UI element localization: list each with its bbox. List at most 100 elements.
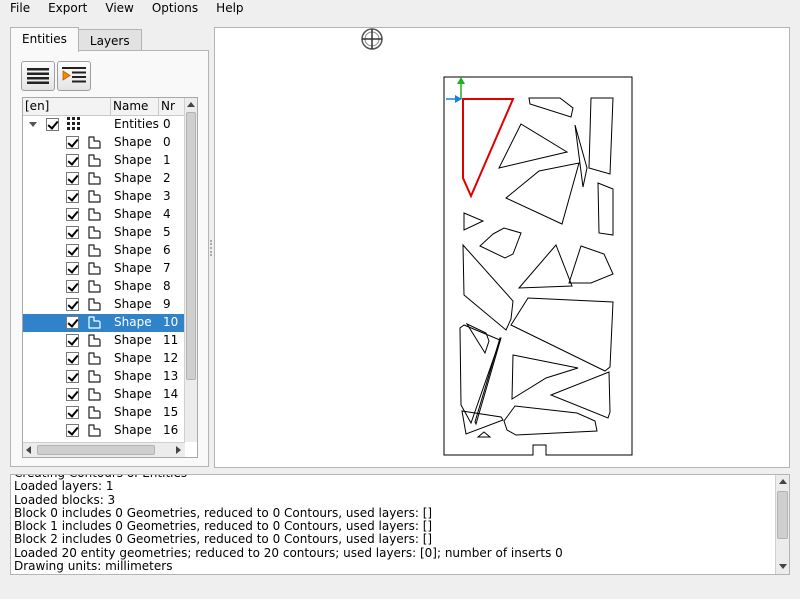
indent-button[interactable] bbox=[57, 61, 91, 91]
tree-shape-row[interactable]: Shape 3 bbox=[23, 188, 185, 206]
zoom-extents-icon[interactable] bbox=[361, 28, 383, 50]
align-left-button[interactable] bbox=[21, 61, 55, 91]
tab-entities[interactable]: Entities bbox=[10, 27, 79, 52]
shape-nr: 5 bbox=[163, 225, 171, 239]
drawing-canvas[interactable] bbox=[214, 27, 790, 468]
shape-nr: 16 bbox=[163, 423, 179, 437]
header-nr[interactable]: Nr bbox=[159, 98, 185, 115]
tree-shape-row[interactable]: Shape 1 bbox=[23, 152, 185, 170]
shape-nr: 2 bbox=[163, 171, 171, 185]
shape-checkbox[interactable] bbox=[66, 172, 79, 185]
header-en[interactable]: [en] bbox=[23, 98, 111, 115]
header-name[interactable]: Name bbox=[111, 98, 159, 115]
shape-name: Shape bbox=[114, 369, 152, 383]
shape-icon bbox=[88, 208, 101, 221]
shape-checkbox[interactable] bbox=[66, 334, 79, 347]
shape-icon bbox=[88, 280, 101, 293]
shape-nr: 12 bbox=[163, 351, 179, 365]
tree-shape-row[interactable]: Shape 11 bbox=[23, 332, 185, 350]
root-checkbox[interactable] bbox=[46, 118, 59, 131]
shape-checkbox[interactable] bbox=[66, 262, 79, 275]
tree-shape-row[interactable]: Shape 15 bbox=[23, 404, 185, 422]
grid-icon bbox=[67, 117, 80, 130]
splitter-handle[interactable] bbox=[210, 240, 212, 256]
shape-icon bbox=[88, 172, 101, 185]
shape-checkbox[interactable] bbox=[66, 136, 79, 149]
shape-checkbox[interactable] bbox=[66, 388, 79, 401]
shape-checkbox[interactable] bbox=[66, 352, 79, 365]
tree-shape-row[interactable]: Shape 4 bbox=[23, 206, 185, 224]
scroll-up-icon[interactable] bbox=[187, 102, 195, 107]
tree-shape-row[interactable]: Shape 5 bbox=[23, 224, 185, 242]
menu-help[interactable]: Help bbox=[206, 0, 251, 17]
tree-header: [en] Name Nr bbox=[23, 98, 185, 116]
shape-nr: 1 bbox=[163, 153, 171, 167]
tree-shape-row[interactable]: Shape 8 bbox=[23, 278, 185, 296]
tree-shape-row[interactable]: Shape 7 bbox=[23, 260, 185, 278]
tree-shape-row[interactable]: Shape 16 bbox=[23, 422, 185, 440]
shape-checkbox[interactable] bbox=[66, 298, 79, 311]
shape-icon bbox=[88, 388, 101, 401]
shape-nr: 14 bbox=[163, 387, 179, 401]
shape-icon bbox=[88, 244, 101, 257]
tree-shape-row[interactable]: Shape 0 bbox=[23, 134, 185, 152]
shape-name: Shape bbox=[114, 153, 152, 167]
log-vscroll-thumb[interactable] bbox=[777, 491, 788, 539]
shape-checkbox[interactable] bbox=[66, 406, 79, 419]
selected-contour[interactable] bbox=[462, 98, 515, 199]
tree-vertical-scrollbar[interactable] bbox=[184, 98, 197, 442]
shape-checkbox[interactable] bbox=[66, 424, 79, 437]
shape-checkbox[interactable] bbox=[66, 280, 79, 293]
shape-name: Shape bbox=[114, 261, 152, 275]
menu-options[interactable]: Options bbox=[142, 0, 206, 17]
log-vertical-scrollbar[interactable] bbox=[775, 475, 789, 574]
scroll-left-icon[interactable] bbox=[26, 446, 31, 454]
entities-tree[interactable]: [en] Name Nr Entities 0 Shape 0 Shape 1 Shap… bbox=[22, 97, 198, 458]
shape-name: Shape bbox=[114, 171, 152, 185]
root-name: Entities bbox=[114, 117, 159, 131]
shape-icon bbox=[88, 424, 101, 437]
shape-nr: 7 bbox=[163, 261, 171, 275]
shape-checkbox[interactable] bbox=[66, 190, 79, 203]
menu-file[interactable]: File bbox=[0, 0, 38, 17]
tree-shape-row[interactable]: Shape 6 bbox=[23, 242, 185, 260]
tree-rows: Entities 0 Shape 0 Shape 1 Shape 2 Shape 3 Shape… bbox=[23, 116, 185, 442]
shape-checkbox[interactable] bbox=[66, 316, 79, 329]
tree-horizontal-scrollbar[interactable] bbox=[23, 442, 185, 457]
shape-icon bbox=[88, 370, 101, 383]
tree-shape-row[interactable]: Shape 12 bbox=[23, 350, 185, 368]
expand-arrow-icon[interactable] bbox=[29, 122, 37, 127]
drawing-svg bbox=[361, 28, 633, 456]
shape-name: Shape bbox=[114, 189, 152, 203]
inner-contours[interactable] bbox=[459, 97, 614, 438]
tree-shape-row[interactable]: Shape 10 bbox=[23, 314, 185, 332]
tree-shape-row[interactable]: Shape 9 bbox=[23, 296, 185, 314]
menu-view[interactable]: View bbox=[95, 0, 141, 17]
tree-shape-row[interactable]: Shape 14 bbox=[23, 386, 185, 404]
root-nr: 0 bbox=[163, 117, 171, 131]
tree-root-row[interactable]: Entities 0 bbox=[23, 116, 185, 134]
tab-layers[interactable]: Layers bbox=[77, 29, 142, 51]
shape-nr: 15 bbox=[163, 405, 179, 419]
log-scroll-up-icon[interactable] bbox=[779, 479, 787, 484]
shape-icon bbox=[88, 262, 101, 275]
log-line: Drawing units: millimeters bbox=[14, 559, 173, 574]
tree-vscroll-thumb[interactable] bbox=[186, 112, 196, 380]
log-scroll-down-icon[interactable] bbox=[779, 564, 787, 569]
shape-name: Shape bbox=[114, 135, 152, 149]
shape-checkbox[interactable] bbox=[66, 154, 79, 167]
tree-shape-row[interactable]: Shape 13 bbox=[23, 368, 185, 386]
tree-hscroll-thumb[interactable] bbox=[37, 445, 155, 455]
menu-export[interactable]: Export bbox=[38, 0, 95, 17]
tree-shape-row[interactable]: Shape 2 bbox=[23, 170, 185, 188]
message-log[interactable]: Creating Contours of EntitiesLoaded laye… bbox=[10, 474, 790, 575]
shape-icon bbox=[88, 334, 101, 347]
shape-checkbox[interactable] bbox=[66, 244, 79, 257]
shape-checkbox[interactable] bbox=[66, 226, 79, 239]
shape-nr: 9 bbox=[163, 297, 171, 311]
log-lines: Creating Contours of EntitiesLoaded laye… bbox=[14, 475, 774, 574]
shape-checkbox[interactable] bbox=[66, 208, 79, 221]
shape-name: Shape bbox=[114, 225, 152, 239]
shape-checkbox[interactable] bbox=[66, 370, 79, 383]
scroll-right-icon[interactable] bbox=[176, 446, 181, 454]
